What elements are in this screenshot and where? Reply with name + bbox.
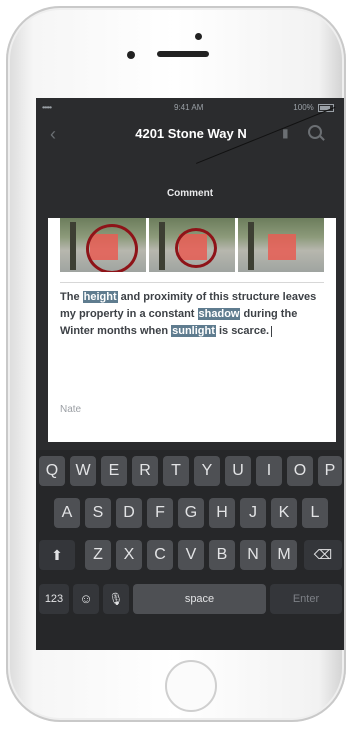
circle-annotation	[86, 224, 138, 272]
page-title: 4201 Stone Way N	[135, 126, 247, 141]
back-chevron-icon[interactable]: ‹	[50, 124, 56, 145]
key-i[interactable]: I	[256, 456, 282, 486]
photo-post-shape	[70, 222, 76, 270]
comment-card: The height and proximity of this structu…	[48, 218, 336, 442]
key-a[interactable]: A	[54, 498, 80, 528]
keyboard-row-3: ⬆ Z X C V B N M ⌫	[36, 540, 344, 570]
comment-text-segment: The	[60, 291, 83, 303]
key-s[interactable]: S	[85, 498, 111, 528]
shift-icon[interactable]: ⬆	[39, 540, 75, 570]
space-key[interactable]: space	[133, 584, 266, 614]
front-sensor-icon	[195, 33, 202, 40]
dictation-microphone-icon[interactable]: 🎙	[103, 584, 129, 614]
phone-frame: ••••• 9:41 AM 100% ‹ 4201 Stone Way N ▮ …	[6, 6, 346, 722]
status-bar: ••••• 9:41 AM 100%	[36, 98, 344, 116]
key-z[interactable]: Z	[85, 540, 111, 570]
key-k[interactable]: K	[271, 498, 297, 528]
key-y[interactable]: Y	[194, 456, 220, 486]
modal-title: Comment	[166, 188, 214, 199]
emoji-icon[interactable]: ☺	[73, 584, 99, 614]
comment-input[interactable]: The height and proximity of this structu…	[60, 289, 332, 340]
key-e[interactable]: E	[101, 456, 127, 486]
keyboard: Q W E R T Y U I O P A S D F G H J K L ⬆ …	[36, 450, 344, 650]
signal-indicator: •••••	[42, 103, 52, 112]
battery-percent: 100%	[293, 103, 314, 112]
speaker-grille	[157, 51, 209, 57]
key-p[interactable]: P	[318, 456, 342, 486]
circle-annotation	[175, 228, 217, 268]
key-d[interactable]: D	[116, 498, 142, 528]
name-field[interactable]: Nate	[60, 404, 81, 415]
enter-key[interactable]: Enter	[270, 584, 342, 614]
key-o[interactable]: O	[287, 456, 313, 486]
photo-post-shape	[159, 222, 165, 270]
photo-window-shape	[268, 234, 296, 260]
search-icon[interactable]	[308, 125, 322, 139]
key-r[interactable]: R	[132, 456, 158, 486]
key-h[interactable]: H	[209, 498, 235, 528]
key-w[interactable]: W	[70, 456, 96, 486]
photo-post-shape	[248, 222, 254, 270]
comment-text-segment: is scarce.	[215, 325, 270, 337]
camera-icon	[127, 51, 135, 59]
home-button[interactable]	[165, 660, 217, 712]
photo-thumbnail[interactable]	[238, 218, 324, 272]
screen: ••••• 9:41 AM 100% ‹ 4201 Stone Way N ▮ …	[36, 98, 344, 650]
numbers-key[interactable]: 123	[39, 584, 69, 614]
status-time: 9:41 AM	[174, 103, 204, 112]
keyboard-row-1: Q W E R T Y U I O P	[36, 456, 344, 486]
highlighted-keyword[interactable]: sunlight	[171, 325, 216, 337]
key-b[interactable]: B	[209, 540, 235, 570]
highlighted-keyword[interactable]: shadow	[197, 308, 241, 320]
key-n[interactable]: N	[240, 540, 266, 570]
key-c[interactable]: C	[147, 540, 173, 570]
photo-strip	[60, 218, 324, 272]
key-q[interactable]: Q	[39, 456, 65, 486]
key-v[interactable]: V	[178, 540, 204, 570]
divider	[60, 282, 324, 283]
key-m[interactable]: M	[271, 540, 297, 570]
photo-thumbnail[interactable]	[60, 218, 146, 272]
key-x[interactable]: X	[116, 540, 142, 570]
highlighted-keyword[interactable]: height	[82, 291, 118, 303]
backspace-icon[interactable]: ⌫	[304, 540, 342, 570]
key-g[interactable]: G	[178, 498, 204, 528]
keyboard-row-2: A S D F G H J K L	[36, 498, 344, 528]
photo-thumbnail[interactable]	[149, 218, 235, 272]
key-f[interactable]: F	[147, 498, 173, 528]
key-j[interactable]: J	[240, 498, 266, 528]
key-t[interactable]: T	[163, 456, 189, 486]
key-l[interactable]: L	[302, 498, 328, 528]
key-u[interactable]: U	[225, 456, 251, 486]
keyboard-row-4: 123 ☺ 🎙 space Enter	[36, 584, 344, 614]
text-cursor	[271, 325, 273, 337]
